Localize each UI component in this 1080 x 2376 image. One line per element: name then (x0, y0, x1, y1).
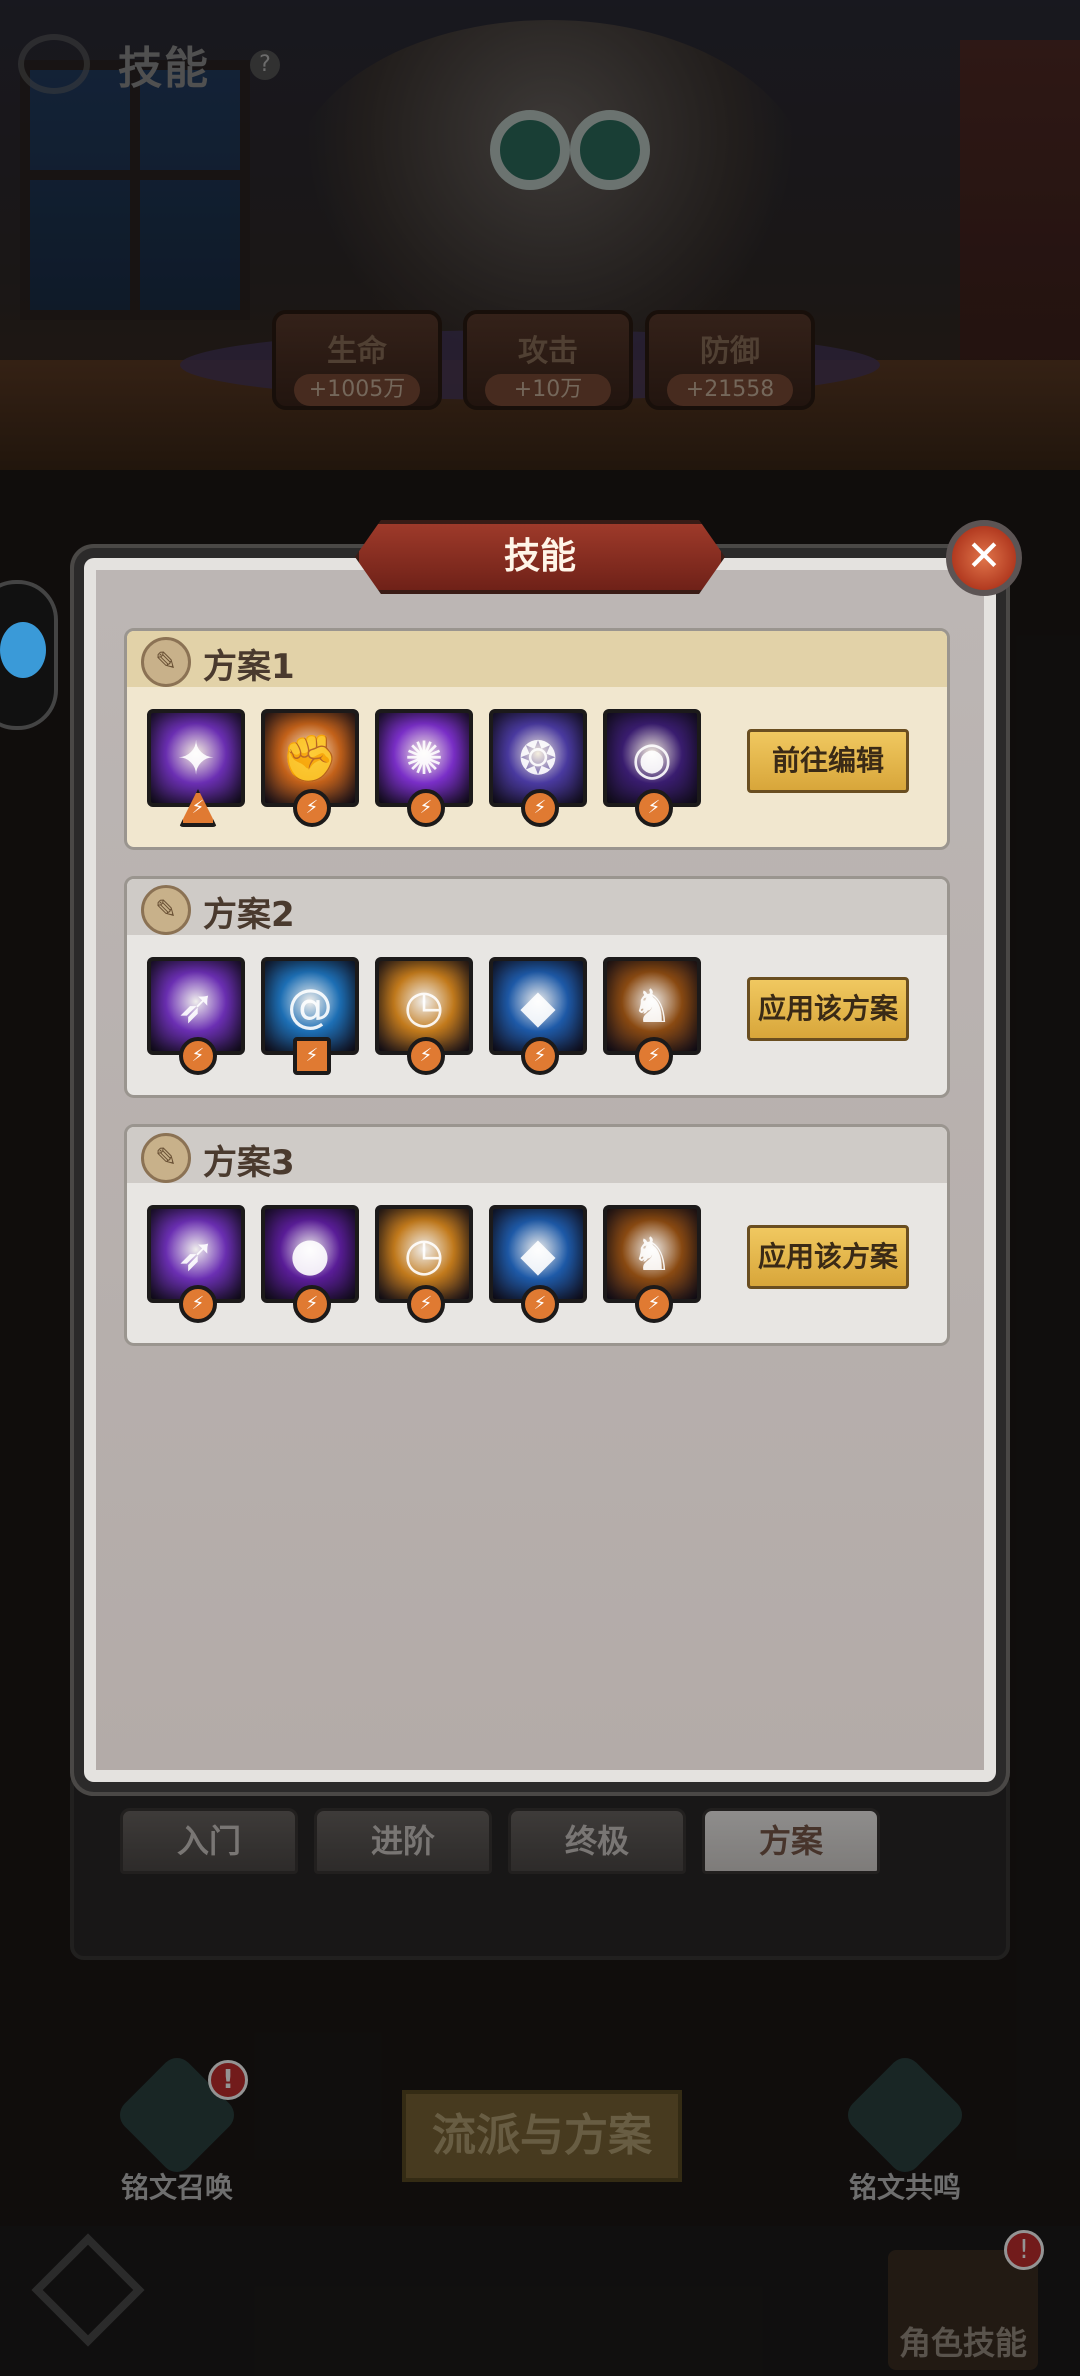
plan-skill-row: ➶ ⚡ ● ⚡ ◷ ⚡ ◆ ⚡ ♞ ⚡ (147, 1205, 707, 1323)
pencil-icon[interactable]: ✎ (141, 885, 191, 935)
skill-element-tag-icon: ⚡ (293, 1037, 331, 1075)
modal-empty-area (124, 1350, 950, 1750)
skill-element-tag-icon: ⚡ (521, 1037, 559, 1075)
side-avatar[interactable] (0, 580, 58, 730)
skill-element-tag-icon: ⚡ (521, 789, 559, 827)
skill-element-tag-icon: ⚡ (635, 789, 673, 827)
dark-eclipse-icon[interactable]: ● ⚡ (261, 1205, 359, 1323)
skill-element-tag-icon: ⚡ (407, 1037, 445, 1075)
skill-element-tag-icon: ⚡ (635, 1037, 673, 1075)
plan-card-1: ✎ 方案1 ✦ ⚡ ✊ ⚡ ✺ ⚡ ❂ ⚡ ◉ ⚡ 前往编辑 (124, 628, 950, 850)
skill-element-tag-icon: ⚡ (635, 1285, 673, 1323)
close-button[interactable]: ✕ (946, 520, 1022, 596)
plan-card-2: ✎ 方案2 ➶ ⚡ @ ⚡ ◷ ⚡ ◆ ⚡ ♞ ⚡ 应用该方案 (124, 876, 950, 1098)
skill-element-tag-icon: ⚡ (407, 789, 445, 827)
skill-element-tag-icon: ⚡ (293, 789, 331, 827)
violet-slash-icon[interactable]: ➶ ⚡ (147, 957, 245, 1075)
spirit-orb-icon[interactable]: ❂ ⚡ (489, 709, 587, 827)
flame-fist-icon[interactable]: ✊ ⚡ (261, 709, 359, 827)
ice-crystal-icon[interactable]: ◆ ⚡ (489, 957, 587, 1075)
skill-element-tag-icon: ⚡ (179, 1037, 217, 1075)
plan-skill-row: ✦ ⚡ ✊ ⚡ ✺ ⚡ ❂ ⚡ ◉ ⚡ (147, 709, 707, 827)
monkey-avatar-icon (0, 622, 46, 678)
pencil-icon[interactable]: ✎ (141, 1133, 191, 1183)
skill-element-tag-icon: ⚡ (179, 1285, 217, 1323)
apply-plan-button[interactable]: 应用该方案 (747, 1225, 909, 1289)
pencil-icon[interactable]: ✎ (141, 637, 191, 687)
violet-slash-icon[interactable]: ➶ ⚡ (147, 1205, 245, 1323)
whirlpool-icon[interactable]: @ ⚡ (261, 957, 359, 1075)
skill-element-tag-icon: ⚡ (521, 1285, 559, 1323)
edit-plan-button[interactable]: 前往编辑 (747, 729, 909, 793)
golden-clock-icon[interactable]: ◷ ⚡ (375, 957, 473, 1075)
arcane-burst-icon[interactable]: ✺ ⚡ (375, 709, 473, 827)
skill-element-tag-icon: ⚡ (407, 1285, 445, 1323)
plan-card-3: ✎ 方案3 ➶ ⚡ ● ⚡ ◷ ⚡ ◆ ⚡ ♞ ⚡ 应用该方案 (124, 1124, 950, 1346)
void-portal-icon[interactable]: ◉ ⚡ (603, 709, 701, 827)
shadow-imp-icon[interactable]: ♞ ⚡ (603, 1205, 701, 1323)
apply-plan-button[interactable]: 应用该方案 (747, 977, 909, 1041)
skill-glyph: ✦ (176, 731, 216, 785)
shadow-imp-icon[interactable]: ♞ ⚡ (603, 957, 701, 1075)
skill-element-tag-icon: ⚡ (293, 1285, 331, 1323)
ice-crystal-icon[interactable]: ◆ ⚡ (489, 1205, 587, 1323)
plan-name: 方案2 (203, 895, 295, 935)
modal-title: 技能 (355, 520, 725, 594)
plan-skill-row: ➶ ⚡ @ ⚡ ◷ ⚡ ◆ ⚡ ♞ ⚡ (147, 957, 707, 1075)
plan-name: 方案3 (203, 1143, 295, 1183)
star-strike-icon[interactable]: ✦ ⚡ (147, 709, 245, 827)
plan-name: 方案1 (203, 647, 295, 687)
golden-clock-icon[interactable]: ◷ ⚡ (375, 1205, 473, 1323)
